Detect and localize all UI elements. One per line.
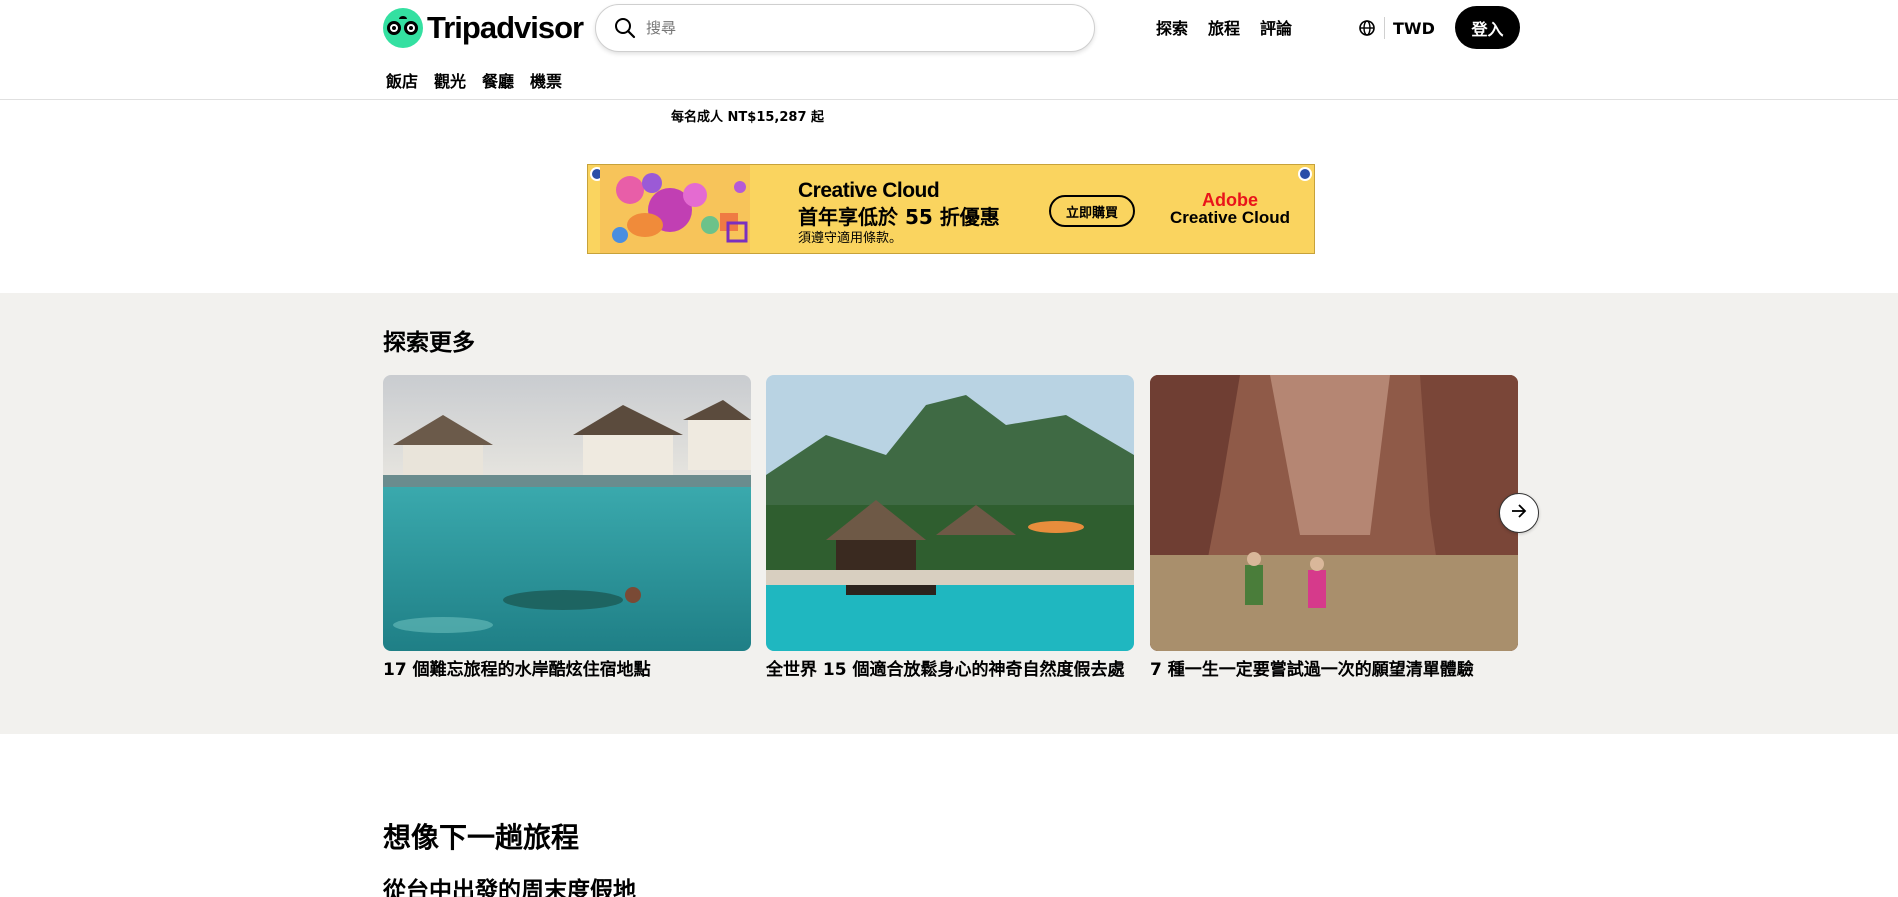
tab-attractions[interactable]: 觀光 — [434, 68, 466, 92]
search-input[interactable] — [646, 19, 1046, 37]
site-header: Tripadvisor 探索 旅程 評論 TWD 登入 飯店 觀光 餐廳 機票 — [0, 0, 1898, 100]
creative-cloud-label: Creative Cloud — [1170, 208, 1290, 227]
search-bar[interactable] — [595, 4, 1095, 52]
ad-subtitle: 首年享低於 55 折優惠 — [798, 205, 1000, 229]
divider — [1384, 17, 1385, 39]
card-title[interactable]: 7 種一生一定要嘗試過一次的願望清單體驗 — [1150, 659, 1518, 681]
signin-button[interactable]: 登入 — [1455, 6, 1520, 49]
ad-title: Creative Cloud — [798, 179, 940, 202]
category-nav: 飯店 觀光 餐廳 機票 — [386, 68, 562, 92]
ad-note: 須遵守適用條款。 — [798, 231, 903, 246]
ad-buy-button[interactable]: 立即購買 — [1049, 195, 1135, 227]
card-image — [766, 375, 1134, 651]
flower-art-image — [600, 165, 750, 253]
owl-logo-icon — [383, 8, 423, 48]
nav-trips[interactable]: 旅程 — [1208, 15, 1240, 39]
price-note: 每名成人 NT$15,287 起 — [671, 110, 825, 125]
ad-banner[interactable]: Creative Cloud 首年享低於 55 折優惠 須遵守適用條款。 立即購… — [587, 164, 1315, 254]
brand-name: Tripadvisor — [427, 10, 584, 45]
explore-heading: 探索更多 — [383, 330, 475, 356]
search-icon — [614, 17, 636, 39]
top-nav: 探索 旅程 評論 — [1156, 15, 1292, 39]
globe-icon — [1358, 19, 1376, 37]
weekend-heading: 從台中出發的周末度假地 — [383, 878, 636, 897]
locale-selector[interactable]: TWD — [1358, 16, 1435, 40]
card-title[interactable]: 全世界 15 個適合放鬆身心的神奇自然度假去處 — [766, 659, 1134, 681]
adobe-brand: Adobe Creative Cloud — [1166, 191, 1294, 227]
currency-label: TWD — [1393, 18, 1435, 38]
card-image — [1150, 375, 1518, 651]
carousel-next-button[interactable] — [1499, 493, 1539, 533]
tripadvisor-logo[interactable]: Tripadvisor — [383, 7, 584, 49]
nav-reviews[interactable]: 評論 — [1260, 15, 1292, 39]
ad-choices-icon[interactable] — [1298, 167, 1312, 181]
tab-restaurants[interactable]: 餐廳 — [482, 68, 514, 92]
nav-explore[interactable]: 探索 — [1156, 15, 1188, 39]
article-card[interactable]: 全世界 15 個適合放鬆身心的神奇自然度假去處 — [766, 375, 1134, 681]
imagine-heading: 想像下一趟旅程 — [383, 821, 580, 854]
arrow-right-icon — [1509, 501, 1529, 525]
card-title[interactable]: 17 個難忘旅程的水岸酷炫住宿地點 — [383, 659, 751, 681]
tab-flights[interactable]: 機票 — [530, 68, 562, 92]
explore-section: 探索更多 17 個難忘旅程的水岸酷炫住宿地點 全世界 15 個適合放鬆身心的神奇… — [0, 293, 1898, 734]
tab-hotels[interactable]: 飯店 — [386, 68, 418, 92]
article-card[interactable]: 7 種一生一定要嘗試過一次的願望清單體驗 — [1150, 375, 1518, 681]
article-card[interactable]: 17 個難忘旅程的水岸酷炫住宿地點 — [383, 375, 751, 681]
adobe-label: Adobe — [1202, 190, 1258, 210]
card-image — [383, 375, 751, 651]
